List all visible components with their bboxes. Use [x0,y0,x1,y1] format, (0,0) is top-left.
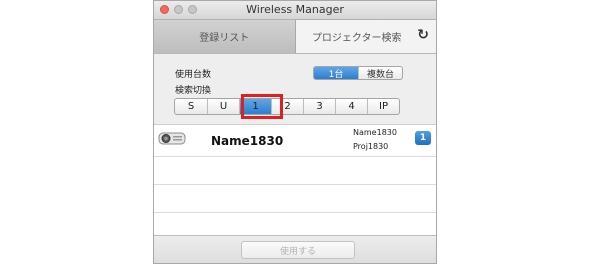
usage-count-segmented-control: 1台 複数台 [313,66,403,80]
refresh-icon[interactable]: ↻ [417,28,429,42]
empty-list-row [154,185,436,213]
projector-icon [158,132,186,145]
usage-single-option[interactable]: 1台 [314,67,358,79]
title-bar: Wireless Manager [154,1,436,20]
search-option-3[interactable]: 3 [303,99,335,114]
projector-number-badge: 1 [415,131,431,145]
tab-projector-search[interactable]: プロジェクター検索 ↻ [295,20,436,53]
projector-id: Proj1830 [353,142,389,151]
search-option-ip[interactable]: IP [367,99,399,114]
highlight-annotation [241,94,283,119]
search-option-u[interactable]: U [207,99,239,114]
list-item[interactable]: Name1830 Name1830 Proj1830 1 [154,124,436,157]
search-settings-panel: 使用台数 1台 複数台 検索切換 S U 1 2 3 4 IP [154,54,436,125]
use-button[interactable]: 使用する [241,241,355,259]
search-option-4[interactable]: 4 [335,99,367,114]
projector-sub-name: Name1830 [353,128,397,137]
window-title: Wireless Manager [246,3,344,16]
wireless-manager-window: Wireless Manager 登録リスト プロジェクター検索 ↻ 使用台数 … [153,0,437,264]
empty-list-row [154,157,436,185]
tab-bar: 登録リスト プロジェクター検索 ↻ [154,20,436,54]
usage-count-label: 使用台数 [175,70,212,80]
bottom-bar: 使用する [154,235,436,263]
tab-registration-list[interactable]: 登録リスト [154,20,296,53]
search-switch-segmented-control: S U 1 2 3 4 IP [174,98,400,115]
search-option-s[interactable]: S [175,99,207,114]
tab-projector-search-label: プロジェクター検索 [311,33,402,44]
projector-list: Name1830 Name1830 Proj1830 1 [154,124,436,238]
usage-multiple-option[interactable]: 複数台 [358,67,402,79]
search-switch-label: 検索切換 [175,86,212,96]
projector-name: Name1830 [211,134,284,148]
